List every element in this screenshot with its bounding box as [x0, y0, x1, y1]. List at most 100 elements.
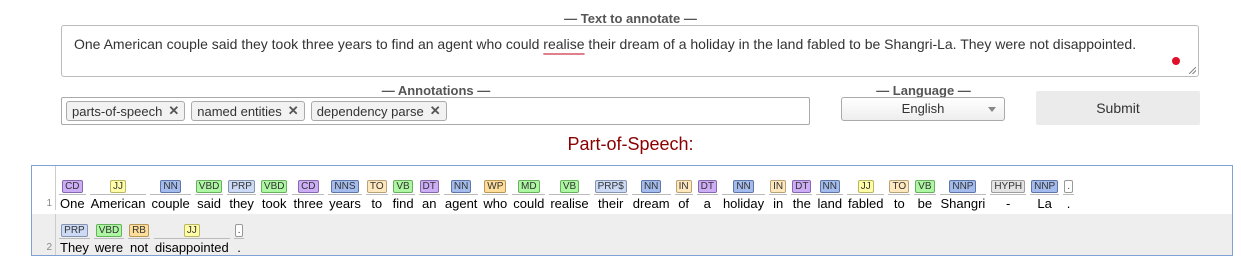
token-word: to [371, 196, 383, 211]
pos-token: VB be [912, 166, 937, 211]
pos-token: CD One [57, 166, 88, 211]
annotation-chip[interactable]: dependency parse ✕ [310, 101, 447, 121]
token-span-line [292, 194, 325, 195]
token-word: who [483, 196, 508, 211]
token-span-line [914, 194, 936, 195]
pos-tag: CD [62, 180, 83, 193]
token-word: not [129, 240, 149, 255]
pos-tag: NN [160, 180, 181, 193]
token-word: a [703, 196, 711, 211]
token-span-line [721, 194, 766, 195]
record-dot-icon [1172, 57, 1180, 65]
pos-tag: VBD [195, 180, 223, 193]
language-legend: — Language — [876, 83, 971, 98]
token-word: dream [632, 196, 670, 211]
chip-label: named entities [197, 103, 282, 119]
token-word: They [60, 240, 89, 255]
pos-visualization: 1 CD One JJ American NN couple VBD said PRP they V… [31, 165, 1233, 256]
pos-token: .. [232, 214, 247, 258]
close-icon[interactable]: ✕ [430, 103, 441, 119]
pos-token: JJ American [88, 166, 149, 211]
token-word: in [773, 196, 784, 211]
pos-token: RB not [126, 214, 152, 258]
pos-token: PRP They [57, 214, 92, 258]
pos-token: WP who [480, 166, 510, 211]
pos-tag: NNS [331, 180, 359, 193]
chip-label: parts-of-speech [72, 103, 163, 119]
token-span-line [443, 194, 479, 195]
pos-tag: RB [129, 224, 149, 237]
token-span-line [939, 194, 987, 195]
pos-token: TO to [886, 166, 912, 211]
token-span-line [365, 194, 388, 195]
token-word: an [421, 196, 437, 211]
pos-token: NNP La [1028, 166, 1061, 211]
pos-tag: NN [450, 180, 472, 193]
text-to-annotate-input[interactable]: One American couple said they took three… [61, 25, 1199, 77]
pos-tag: MD [518, 180, 540, 193]
chevron-down-icon [988, 107, 996, 112]
language-selected: English [901, 101, 945, 116]
pos-token: NN holiday [720, 166, 767, 211]
pos-token: HYPH - [988, 166, 1028, 211]
token-span-line [59, 238, 90, 239]
token-span-line [888, 194, 911, 195]
pos-tag: PRP$ [594, 180, 627, 193]
token-span-line [1063, 194, 1074, 195]
token-span-line [128, 238, 150, 239]
annotations-legend: — Annotations — [381, 83, 491, 98]
text-legend: — Text to annotate — [564, 11, 697, 26]
annotations-select[interactable]: parts-of-speech ✕ named entities ✕ depende… [61, 97, 810, 125]
token-span-line [674, 194, 693, 195]
token-span-line [512, 194, 546, 195]
close-icon[interactable]: ✕ [288, 103, 299, 119]
gutter-divider [55, 214, 56, 255]
token-span-line [194, 194, 224, 195]
token-span-line [89, 194, 147, 195]
annotation-chip[interactable]: named entities ✕ [191, 101, 305, 121]
resize-handle-icon[interactable] [1189, 67, 1196, 74]
pos-tag: NN [819, 180, 840, 193]
pos-tag: VB [393, 180, 413, 193]
annotation-chip[interactable]: parts-of-speech ✕ [66, 101, 186, 121]
pos-token: NN land [814, 166, 845, 211]
token-span-line [769, 194, 788, 195]
token-word: to [893, 196, 905, 211]
token-word: their [598, 196, 624, 211]
pos-tag: PRP [228, 180, 255, 193]
pos-token: NN dream [630, 166, 673, 211]
line-number: 2 [46, 242, 52, 253]
pos-token: VB find [390, 166, 417, 211]
pos-token: NNS years [326, 166, 364, 211]
token-word: American [90, 196, 146, 211]
pos-token: JJ disappointed [152, 214, 232, 258]
token-word: they [229, 196, 254, 211]
pos-tag: DT [419, 180, 439, 193]
submit-button[interactable]: Submit [1036, 91, 1200, 125]
token-word: find [392, 196, 414, 211]
token-word: fabled [848, 196, 884, 211]
pos-token: PRP$ their [592, 166, 630, 211]
token-span-line [418, 194, 440, 195]
close-icon[interactable]: ✕ [168, 103, 179, 119]
language-select[interactable]: English [841, 97, 1005, 121]
pos-token: VBD took [258, 166, 291, 211]
pos-tag: PRP [61, 224, 88, 237]
token-span-line [93, 238, 125, 239]
pos-tag: HYPH [991, 180, 1026, 193]
token-word: were [94, 240, 124, 255]
token-span-line [482, 194, 509, 195]
line-number: 1 [46, 198, 52, 209]
token-word: La [1037, 196, 1052, 211]
token-span-line [153, 238, 230, 239]
gutter-divider [55, 166, 56, 210]
token-word: Shangri [940, 196, 986, 211]
pos-token: TO to [364, 166, 390, 211]
token-word: . [1066, 196, 1071, 211]
token-word: - [1006, 196, 1011, 211]
pos-token: VBD were [92, 214, 126, 258]
token-span-line [990, 194, 1027, 195]
token-word: be [917, 196, 933, 211]
token-word: holiday [722, 196, 765, 211]
pos-tag: JJ [857, 180, 874, 193]
